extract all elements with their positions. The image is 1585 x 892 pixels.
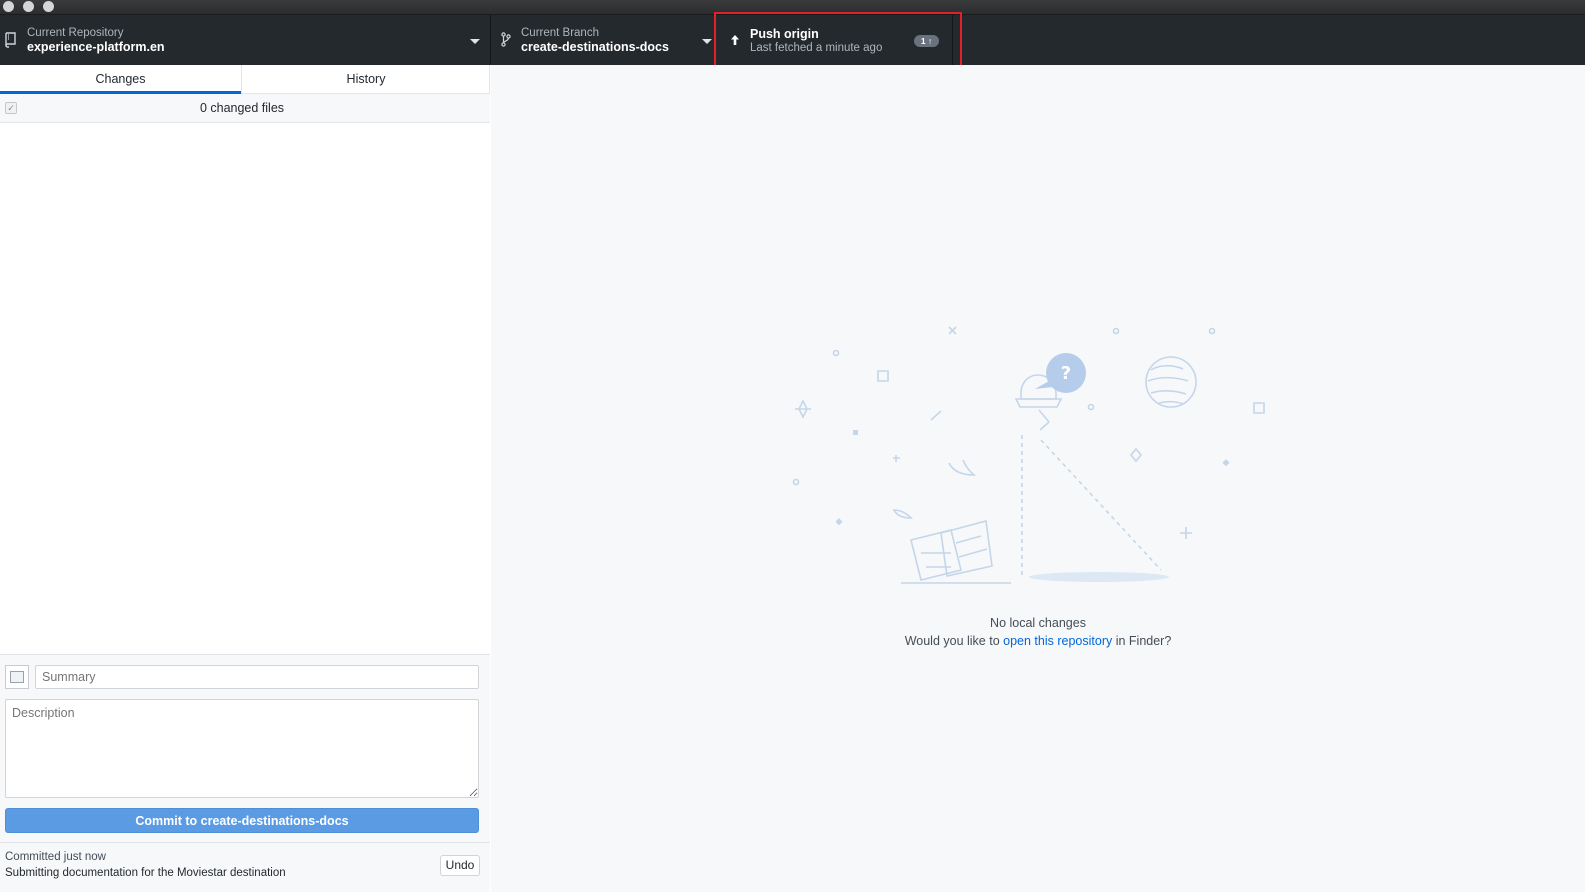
tab-history[interactable]: History xyxy=(242,65,490,94)
no-changes-view: ? No local changes Would you like to ope… xyxy=(491,65,1585,892)
tab-changes[interactable]: Changes xyxy=(0,65,241,94)
undo-commit-area: Committed just now Submitting documentat… xyxy=(0,842,490,892)
broken-image-icon xyxy=(10,671,24,683)
svg-text:?: ? xyxy=(1061,363,1071,384)
repo-icon xyxy=(5,32,16,48)
current-branch-name: create-destinations-docs xyxy=(521,40,669,54)
no-local-changes-title: No local changes xyxy=(990,616,1086,630)
zoom-window-button[interactable] xyxy=(43,1,54,12)
open-repository-prompt: Would you like to open this repository i… xyxy=(491,634,1585,648)
open-repository-link[interactable]: open this repository xyxy=(1003,634,1112,648)
current-branch-dropdown[interactable]: Current Branch create-destinations-docs xyxy=(491,15,716,65)
current-repository-label: Current Repository xyxy=(27,27,124,39)
commit-status-text: Committed just now xyxy=(5,851,106,863)
current-repository-name: experience-platform.en xyxy=(27,40,165,54)
prompt-text-before: Would you like to xyxy=(904,634,1004,648)
current-repository-dropdown[interactable]: Current Repository experience-platform.e… xyxy=(0,15,491,65)
minimize-window-button[interactable] xyxy=(23,1,34,12)
close-window-button[interactable] xyxy=(3,1,14,12)
changes-list-header: 0 changed files ✓ xyxy=(0,94,490,123)
description-input[interactable] xyxy=(5,699,479,798)
changed-files-list xyxy=(0,123,490,724)
avatar xyxy=(5,665,29,689)
chevron-down-icon xyxy=(702,39,712,44)
git-branch-icon xyxy=(501,32,511,47)
changes-sidebar: Changes History 0 changed files ✓ Commit… xyxy=(0,65,490,892)
chevron-down-icon xyxy=(470,39,480,44)
sidebar-tabs: Changes History xyxy=(0,65,490,94)
no-changes-illustration: ? xyxy=(792,326,1265,584)
undo-button[interactable]: Undo xyxy=(440,855,480,876)
changed-files-count: 0 changed files xyxy=(199,101,285,115)
commit-button[interactable]: Commit to create-destinations-docs xyxy=(5,808,479,833)
summary-input[interactable] xyxy=(35,665,479,689)
prompt-text-after: in Finder? xyxy=(1112,634,1172,648)
select-all-checkbox[interactable]: ✓ xyxy=(5,102,17,114)
current-branch-label: Current Branch xyxy=(521,27,599,39)
last-commit-message: Submitting documentation for the Moviest… xyxy=(5,867,286,879)
commit-message-area: Commit to create-destinations-docs xyxy=(0,654,490,842)
